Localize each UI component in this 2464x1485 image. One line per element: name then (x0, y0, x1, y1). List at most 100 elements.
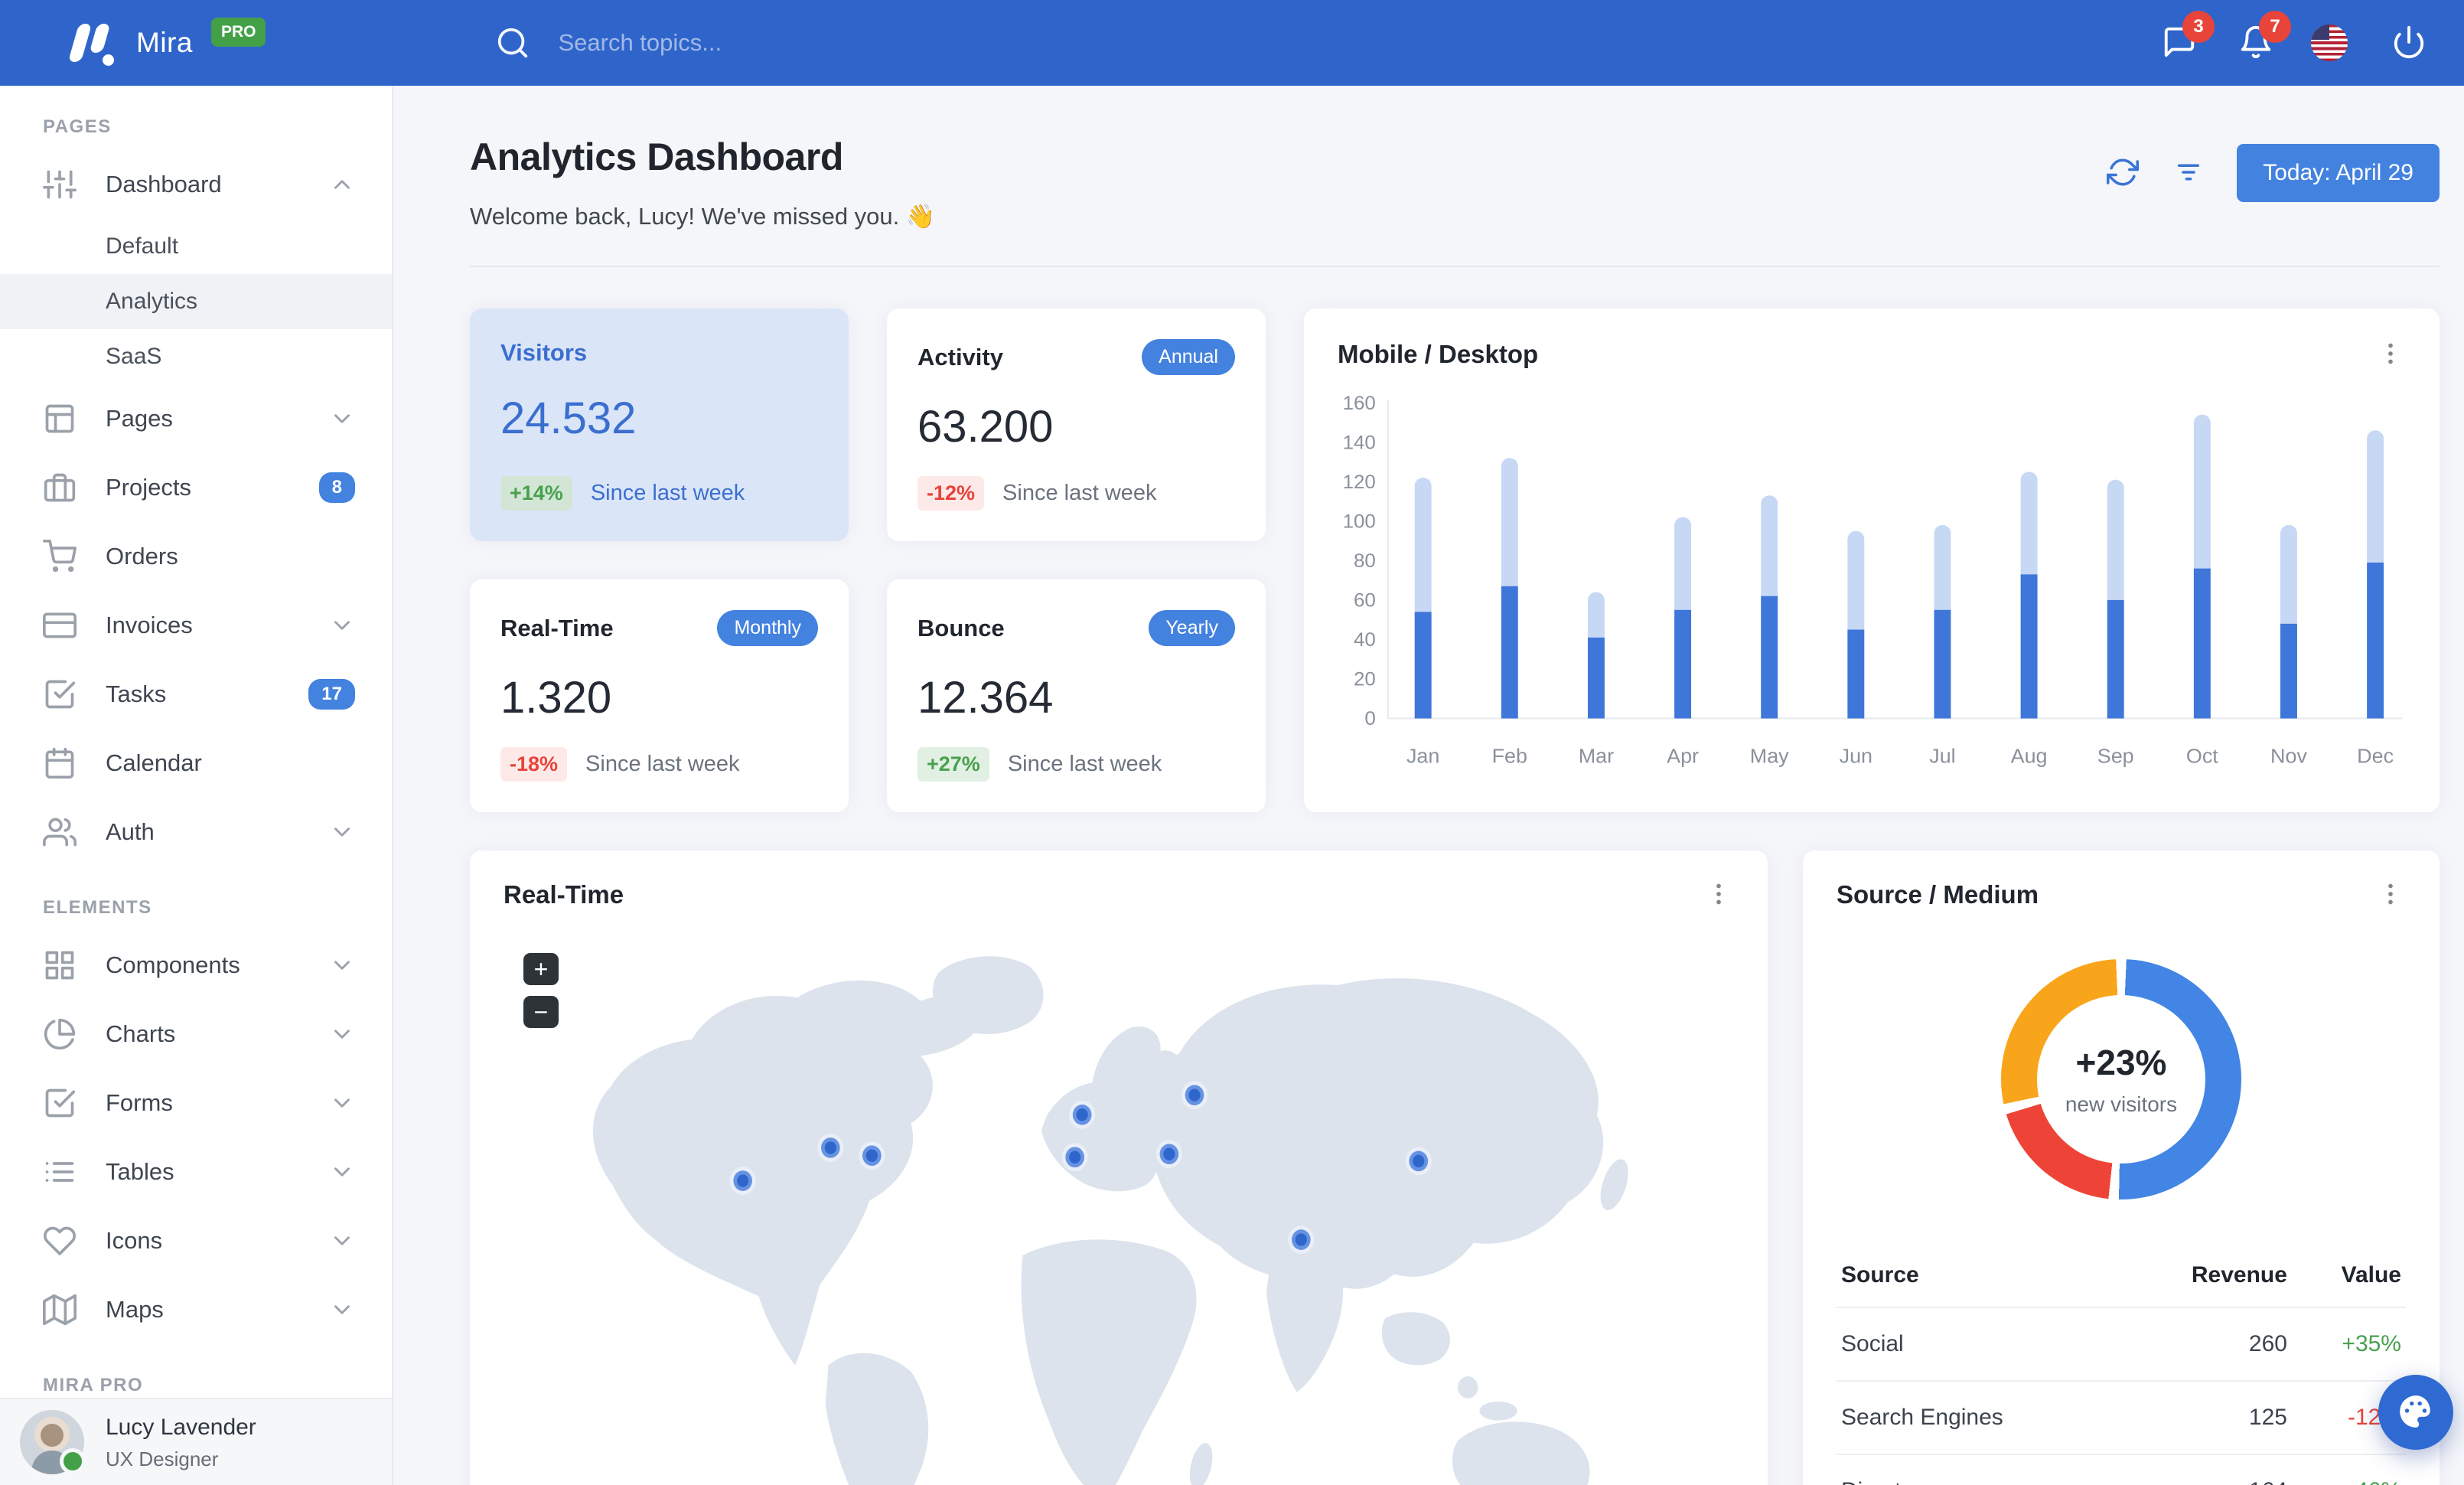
chevron-down-icon (329, 819, 355, 845)
map-marker[interactable] (1061, 1143, 1088, 1172)
stat-delta-badge: -18% (500, 747, 568, 782)
signout-button[interactable] (2387, 21, 2430, 64)
sidebar-item-icons[interactable]: Icons (0, 1206, 392, 1275)
sidebar-item-dashboard[interactable]: Dashboard (0, 150, 392, 219)
stat-card-activity: Activity Annual 63.200 -12% Since last week (887, 308, 1266, 541)
sidebar-item-auth[interactable]: Auth (0, 798, 392, 867)
sidebar-item-invoices[interactable]: Invoices (0, 591, 392, 660)
stat-period-badge[interactable]: Yearly (1149, 610, 1235, 646)
us-flag-icon (2311, 24, 2348, 61)
sidebar-item-badge: 8 (318, 472, 355, 503)
sidebar-subitem-default[interactable]: Default (0, 219, 392, 274)
theme-palette-button[interactable] (2378, 1375, 2453, 1450)
bar-mobile-jun (1847, 629, 1865, 719)
map-marker[interactable] (859, 1141, 885, 1170)
language-button[interactable] (2311, 21, 2354, 64)
sidebar-item-badge: 17 (308, 679, 355, 710)
sidebar-section-label: ELEMENTS (43, 897, 152, 918)
grid-icon (43, 948, 77, 982)
sidebar-item-tasks[interactable]: Tasks 17 (0, 660, 392, 729)
sidebar-item-tables[interactable]: Tables (0, 1137, 392, 1206)
map-marker[interactable] (1288, 1226, 1315, 1254)
sidebar-subitem-analytics[interactable]: Analytics (0, 274, 392, 329)
refresh-button[interactable] (2105, 155, 2140, 191)
search-input[interactable] (556, 28, 1019, 57)
sidebar-item-forms[interactable]: Forms (0, 1069, 392, 1137)
stat-period-badge[interactable]: Monthly (717, 610, 818, 646)
map-marker[interactable] (1405, 1147, 1432, 1176)
bar-desktop-jul (1934, 524, 1951, 610)
brand[interactable]: Mira PRO (0, 18, 266, 68)
world-map[interactable] (504, 925, 1734, 1485)
power-icon (2391, 25, 2427, 62)
map-marker[interactable] (729, 1167, 756, 1196)
sidebar-item-maps[interactable]: Maps (0, 1275, 392, 1344)
sidebar-item-label: Invoices (106, 612, 193, 638)
sidebar-subitem-saas[interactable]: SaaS (0, 329, 392, 384)
notifications-badge: 7 (2259, 11, 2291, 43)
chart-title: Mobile / Desktop (1338, 340, 1539, 368)
main-content: Analytics Dashboard Welcome back, Lucy! … (393, 86, 2464, 1485)
svg-text:Aug: Aug (2011, 745, 2048, 768)
sidebar-item-calendar[interactable]: Calendar (0, 729, 392, 798)
filter-button[interactable] (2171, 155, 2206, 191)
users-icon (43, 815, 77, 849)
source-menu-button[interactable] (2375, 880, 2406, 910)
stat-footer: +14% Since last week (500, 476, 818, 511)
map-marker[interactable] (1181, 1081, 1208, 1110)
search-icon (495, 25, 530, 60)
sidebar-item-charts[interactable]: Charts (0, 1000, 392, 1069)
stat-period-badge[interactable]: Annual (1142, 339, 1235, 375)
notifications-button[interactable]: 7 (2234, 11, 2291, 64)
messages-button[interactable]: 3 (2158, 11, 2215, 64)
stat-card-bounce: Bounce Yearly 12.364 +27% Since last week (887, 579, 1266, 812)
sidebar-item-components[interactable]: Components (0, 931, 392, 1000)
today-button[interactable]: Today: April 29 (2237, 144, 2440, 202)
bell-icon (2238, 25, 2273, 62)
stat-delta-badge: +14% (500, 476, 572, 511)
sidebar-item-orders[interactable]: Orders (0, 522, 392, 591)
source-cell: Search Engines (1837, 1380, 2119, 1454)
user-footer[interactable]: Lucy Lavender UX Designer (0, 1398, 392, 1485)
stat-delta-badge: +27% (917, 747, 989, 782)
svg-text:60: 60 (1354, 590, 1376, 612)
bar-mobile-sep (2107, 599, 2124, 719)
bar-mobile-jul (1934, 609, 1951, 719)
sidebar-item-label: Dashboard (106, 171, 222, 197)
sidebar-item-projects[interactable]: Projects 8 (0, 453, 392, 522)
source-table-header: Source (1841, 1262, 1919, 1288)
value-cell: +46% (2291, 1454, 2406, 1485)
stat-title: Visitors (500, 339, 588, 366)
map-marker[interactable] (817, 1133, 844, 1162)
source-cell: Direct (1837, 1454, 2119, 1485)
stat-footer: +27% Since last week (917, 747, 1235, 782)
map-marker[interactable] (1155, 1140, 1182, 1169)
svg-text:May: May (1750, 745, 1790, 768)
revenue-cell: 260 (2118, 1307, 2292, 1381)
layout-icon (43, 402, 77, 436)
map-marker[interactable] (1069, 1100, 1096, 1129)
avatar (20, 1410, 86, 1474)
sidebar-item-label: Orders (106, 543, 178, 570)
header-actions: Today: April 29 (2105, 144, 2440, 202)
sidebar-item-pages[interactable]: Pages (0, 384, 392, 453)
map-menu-button[interactable] (1703, 880, 1734, 910)
map-zoom-out-button[interactable]: − (523, 996, 559, 1028)
bar-mobile-feb (1501, 586, 1518, 719)
sidebar: PAGES Dashboard Default Analytics SaaS Pages P… (0, 86, 393, 1485)
chevron-down-icon (329, 1297, 355, 1323)
sidebar-item-label: Components (106, 951, 240, 978)
stat-card-head: Real-Time Monthly (500, 610, 818, 646)
chart-menu-button[interactable] (2375, 339, 2406, 370)
map-area: + − (504, 925, 1734, 1485)
bar-desktop-apr (1674, 517, 1692, 610)
page-header: Analytics Dashboard Welcome back, Lucy! … (470, 135, 2440, 230)
svg-text:Dec: Dec (2357, 745, 2394, 768)
stat-note: Since last week (1002, 481, 1157, 505)
sidebar-item-label: Auth (106, 818, 155, 845)
stat-value: 24.532 (500, 393, 637, 443)
map-zoom-in-button[interactable]: + (523, 953, 559, 985)
donut-center-label: new visitors (2065, 1092, 2178, 1116)
svg-text:160: 160 (1343, 393, 1376, 414)
sidebar-nav: PAGES Dashboard Default Analytics SaaS Pages P… (0, 86, 392, 1408)
